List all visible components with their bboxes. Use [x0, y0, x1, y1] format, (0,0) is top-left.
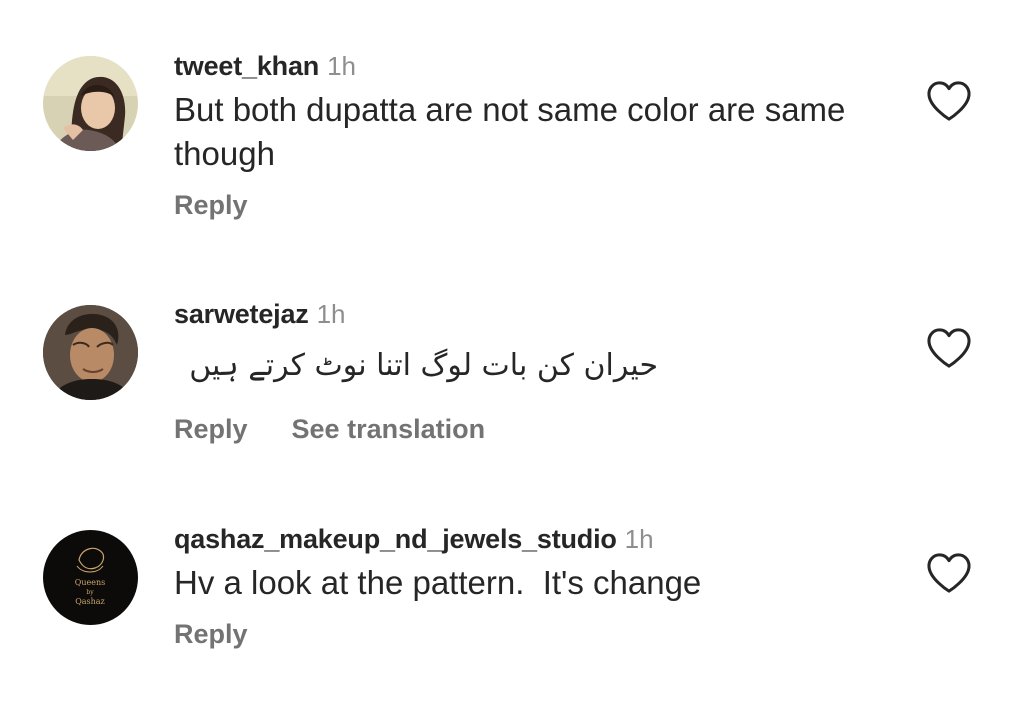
brand-logo-icon: Queens by Qashaz	[43, 530, 138, 625]
reply-button[interactable]: Reply	[174, 414, 248, 444]
reply-button[interactable]: Reply	[174, 619, 248, 649]
comment-text: Hv a look at the pattern. It's change	[174, 564, 702, 601]
comment-text: But both dupatta are not same color are …	[174, 91, 846, 172]
like-button[interactable]	[926, 80, 972, 122]
comment-body: tweet_khan 1h But both dupatta are not sa…	[174, 46, 894, 221]
username[interactable]: sarwetejaz	[174, 299, 309, 329]
comment-actions: Reply	[174, 619, 894, 650]
like-button[interactable]	[926, 327, 972, 369]
avatar[interactable]	[43, 305, 138, 400]
avatar[interactable]: Queens by Qashaz	[43, 530, 138, 625]
avatar[interactable]	[43, 56, 138, 151]
see-translation-button[interactable]: See translation	[292, 414, 486, 444]
logo-text: by	[86, 589, 94, 596]
username[interactable]: tweet_khan	[174, 51, 319, 81]
timestamp: 1h	[316, 299, 346, 329]
comment-text: حیران کن بات لوگ اتنا نوٹ کرتے ہیں	[189, 348, 658, 383]
comment-header: qashaz_makeup_nd_jewels_studio 1h	[174, 519, 894, 559]
heart-outline-icon	[927, 553, 971, 593]
like-button[interactable]	[926, 552, 972, 594]
heart-outline-icon	[927, 81, 971, 121]
timestamp: 1h	[624, 524, 654, 554]
logo-text: Qashaz	[75, 597, 105, 606]
timestamp: 1h	[327, 51, 356, 81]
comment-header: sarwetejaz 1h	[174, 294, 894, 334]
comment-actions: Reply	[174, 190, 894, 221]
comment-header: tweet_khan 1h	[174, 46, 894, 86]
user-photo-icon	[43, 305, 138, 400]
heart-outline-icon	[927, 328, 971, 368]
comment-actions: Reply See translation	[174, 414, 894, 445]
comment-body: qashaz_makeup_nd_jewels_studio 1h Hv a lo…	[174, 519, 894, 650]
user-photo-icon	[43, 56, 138, 151]
username[interactable]: qashaz_makeup_nd_jewels_studio	[174, 524, 617, 554]
reply-button[interactable]: Reply	[174, 190, 248, 220]
logo-text: Queens	[75, 578, 105, 587]
comment-body: sarwetejaz 1h حیران کن بات لوگ اتنا نوٹ ک…	[174, 294, 894, 445]
